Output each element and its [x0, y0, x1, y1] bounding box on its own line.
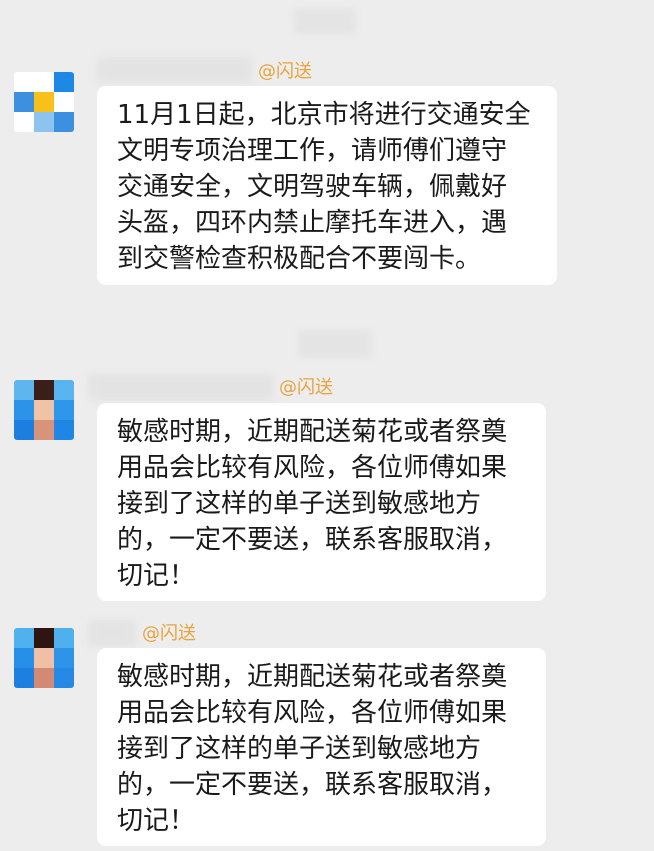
avatar-pixel — [14, 668, 34, 688]
avatar-pixel — [54, 628, 74, 648]
avatar[interactable] — [14, 628, 74, 688]
chat-message-list[interactable]: @闪送 11月1日起，北京市将进行交通安全 文明专项治理工作，请师傅们遵守 交通… — [0, 0, 654, 851]
avatar-pixel — [54, 668, 74, 688]
avatar-pixel — [34, 668, 54, 688]
message-bubble[interactable]: 敏感时期，近期配送菊花或者祭奠 用品会比较有风险，各位师傅如果 接到了这样的单子… — [97, 648, 546, 846]
avatar-pixel — [34, 648, 54, 668]
message-text: 敏感时期，近期配送菊花或者祭奠 用品会比较有风险，各位师傅如果 接到了这样的单子… — [117, 662, 508, 836]
sender-name-blurred — [88, 620, 136, 646]
avatar-pixel — [34, 628, 54, 648]
chat-message: @闪送 敏感时期，近期配送菊花或者祭奠 用品会比较有风险，各位师傅如果 接到了这… — [0, 0, 654, 851]
avatar-pixel — [14, 628, 34, 648]
avatar-pixel — [14, 648, 34, 668]
mention-tag[interactable]: @闪送 — [142, 622, 196, 646]
avatar-pixel — [54, 648, 74, 668]
